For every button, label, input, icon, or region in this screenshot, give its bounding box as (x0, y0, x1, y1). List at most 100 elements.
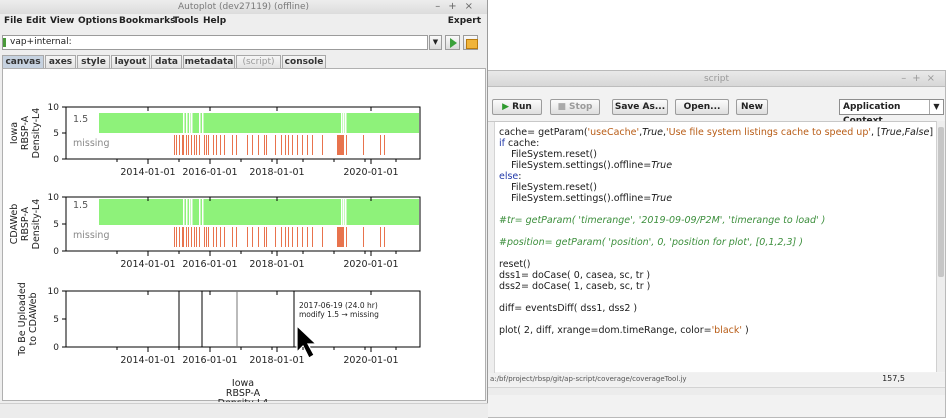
missing-bar (302, 227, 303, 247)
y-tick-label: 0 (53, 247, 59, 257)
missing-bar (307, 135, 308, 155)
code-line[interactable]: FileSystem.reset() (499, 182, 934, 193)
code-line[interactable]: FileSystem.settings().offline=True (499, 193, 934, 204)
window-controls[interactable]: –+× (435, 0, 481, 14)
autoplot-titlebar[interactable]: Autoplot (dev27119) (offline) –+× (0, 0, 487, 14)
y-tick-label: 10 (48, 103, 60, 113)
missing-bar (208, 227, 209, 247)
menu-edit[interactable]: Edit (26, 14, 46, 28)
missing-bar (342, 227, 344, 247)
stop-button[interactable]: ■ Stop (550, 99, 600, 115)
missing-bar (302, 135, 303, 155)
context-select[interactable]: Application Context ▼ (839, 99, 944, 126)
missing-bar (236, 135, 237, 155)
missing-bar (281, 227, 282, 247)
tab-metadata[interactable]: metadata (183, 55, 235, 68)
tab-data[interactable]: data (151, 55, 182, 68)
code-line[interactable]: #position= getParam( 'position', 0, 'pos… (499, 237, 934, 248)
y-tick-label: 5 (53, 315, 59, 325)
missing-bar (232, 135, 233, 155)
code-line[interactable]: dss1= doCase( 0, casea, sc, tr ) (499, 270, 934, 281)
script-window-titlebar[interactable]: script –+× (488, 71, 945, 87)
code-line[interactable] (499, 226, 934, 237)
missing-bar (188, 227, 189, 247)
x-tick-label: 2018-01-01 (249, 355, 304, 366)
present-gap (199, 199, 201, 225)
folder-open-icon[interactable] (463, 35, 478, 50)
code-line[interactable]: diff= eventsDiff( dss1, dss2 ) (499, 303, 934, 314)
open-button[interactable]: Open... (675, 99, 729, 115)
editor-vertical-scrollbar[interactable] (936, 121, 945, 372)
tab-canvas[interactable]: canvas (2, 55, 44, 68)
missing-bar (322, 227, 323, 247)
missing-bar (363, 135, 364, 155)
present-band (99, 199, 419, 225)
tab-console[interactable]: console (282, 55, 326, 68)
present-gap (343, 113, 345, 133)
missing-bar (208, 135, 209, 155)
code-line[interactable]: FileSystem.reset() (499, 149, 934, 160)
missing-bar (213, 227, 214, 247)
missing-bar (182, 135, 183, 155)
code-line[interactable]: if cache: (499, 138, 934, 149)
code-line[interactable]: FileSystem.settings().offline=True (499, 160, 934, 171)
stop-icon: ■ (557, 102, 567, 112)
plot-canvas[interactable]: 10 5 0 Iowa RBSP-A Density-L4 1.5 missing 2014-0… (2, 68, 487, 402)
script-toolbar: ▶ Run ■ Stop Save As... Open... New Applic… (488, 97, 945, 126)
editor-horizontal-scrollbar[interactable] (488, 387, 945, 395)
window-controls[interactable]: –+× (901, 71, 941, 87)
run-button[interactable]: ▶ Run (492, 99, 542, 115)
tab-script[interactable]: (script) (236, 55, 281, 68)
code-line[interactable]: dss2= doCase( 1, caseb, sc, tr ) (499, 281, 934, 292)
menu-bookmarks[interactable]: Bookmarks (119, 14, 175, 28)
code-text[interactable]: cache= getParam('useCache',True,'Use fil… (499, 127, 940, 336)
code-line[interactable]: reset() (499, 259, 934, 270)
menu-file[interactable]: File (4, 14, 22, 28)
go-arrow-icon[interactable] (445, 35, 460, 50)
data-source-input[interactable]: vap+internal: (2, 35, 428, 50)
code-line[interactable]: #tr= getParam( 'timerange', '2019-09-09/… (499, 215, 934, 226)
code-line[interactable]: else: (499, 171, 934, 182)
y-axis-label: RBSP-A (20, 206, 31, 241)
code-editor[interactable]: cache= getParam('useCache',True,'Use fil… (488, 121, 945, 373)
tab-axes[interactable]: axes (45, 55, 76, 68)
missing-bar (204, 227, 205, 247)
tab-layout[interactable]: layout (111, 55, 150, 68)
history-dropdown-icon[interactable]: ▼ (429, 35, 442, 50)
missing-bar (224, 227, 225, 247)
missing-bar (213, 135, 214, 155)
present-gap (199, 113, 201, 133)
scrollbar-thumb[interactable] (938, 127, 944, 277)
x-tick-label: 2016-01-01 (182, 355, 237, 366)
code-line[interactable] (499, 204, 934, 215)
menubar: File Edit View Options Bookmarks Tools H… (0, 14, 487, 28)
save-as-button[interactable]: Save As... (612, 99, 668, 115)
code-line[interactable]: cache= getParam('useCache',True,'Use fil… (499, 127, 940, 138)
menu-tools[interactable]: Tools (173, 14, 199, 28)
menu-options[interactable]: Options (78, 14, 117, 28)
missing-bar (380, 135, 381, 155)
menu-view[interactable]: View (50, 14, 74, 28)
missing-bar (258, 135, 259, 155)
missing-bar (236, 227, 237, 247)
missing-bar (288, 135, 289, 155)
label-missing: missing (73, 138, 109, 149)
new-button[interactable]: New (736, 99, 768, 115)
code-line[interactable]: plot( 2, diff, xrange=dom.timeRange, col… (499, 325, 934, 336)
expert-menu[interactable]: Expert (448, 14, 481, 28)
cursor-position: 157,5 (882, 374, 905, 383)
code-line[interactable] (499, 248, 934, 259)
present-gap (183, 113, 185, 133)
missing-bar (307, 227, 308, 247)
code-line[interactable] (499, 292, 934, 303)
missing-bar (191, 135, 192, 155)
missing-bar (191, 227, 192, 247)
present-gap (345, 199, 347, 225)
tab-style[interactable]: style (77, 55, 110, 68)
code-line[interactable] (499, 314, 934, 325)
missing-bar (275, 227, 276, 247)
menu-help[interactable]: Help (203, 14, 226, 28)
y-tick-label: 0 (53, 155, 59, 165)
plot-svg[interactable]: 1050Iowa RBSP-A Density-L4 1.5missing2014-0… (3, 69, 487, 402)
x-tick-label: 2014-01-01 (120, 167, 175, 178)
